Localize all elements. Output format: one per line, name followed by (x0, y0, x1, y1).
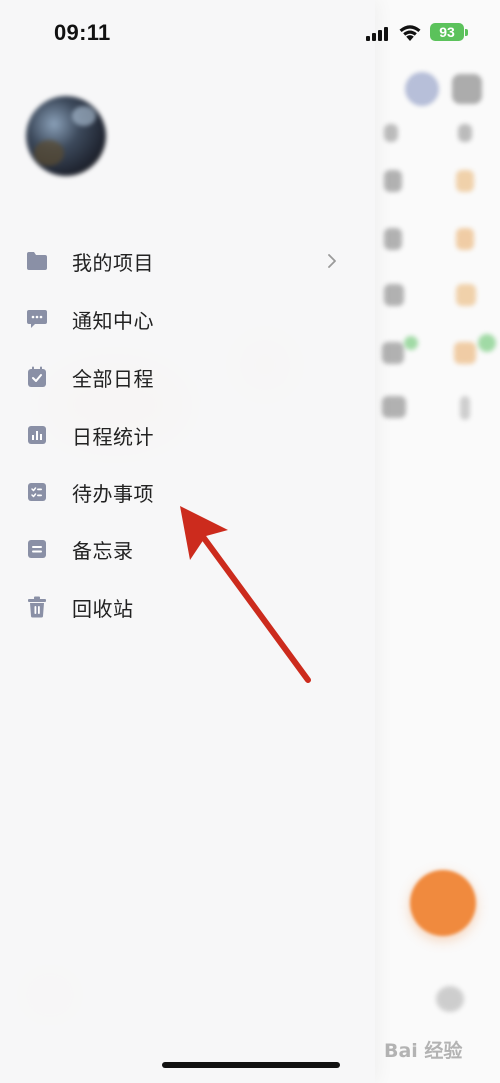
menu-item-label: 回收站 (72, 596, 134, 621)
cellular-signal-icon (366, 26, 388, 41)
bg-col-1-row-6 (382, 396, 406, 418)
menu-item-label: 日程统计 (72, 424, 154, 449)
bg-header-avatar (405, 72, 439, 106)
message-icon (26, 308, 48, 330)
calendar-check-icon (26, 366, 48, 388)
todo-list-icon (26, 481, 48, 503)
menu-item-todos[interactable]: 待办事项 (0, 466, 360, 518)
menu-item-my-projects[interactable]: 我的项目 (0, 235, 360, 287)
menu-item-label: 待办事项 (72, 481, 154, 506)
menu-item-schedule-stats[interactable]: 日程统计 (0, 409, 360, 461)
baidu-jingyan-watermark: Bai 经验 (384, 1030, 496, 1070)
bg-col-1-row-2 (384, 170, 402, 192)
status-time: 09:11 (54, 20, 111, 45)
bg-col-2-row-3 (456, 228, 474, 250)
folder-icon (26, 250, 48, 272)
menu-item-label: 全部日程 (72, 366, 154, 391)
menu-item-all-schedules[interactable]: 全部日程 (0, 351, 360, 403)
battery-tip (465, 29, 468, 36)
bg-col-2-row-2 (456, 170, 474, 192)
bg-col-2-row-6 (460, 396, 470, 420)
bg-col-2-row-5-badge (478, 334, 496, 352)
menu-item-memo[interactable]: 备忘录 (0, 523, 360, 575)
menu-item-notifications[interactable]: 通知中心 (0, 293, 360, 345)
watermark-text: Bai 经验 (384, 1040, 463, 1062)
memo-icon (26, 538, 48, 560)
trash-icon (26, 596, 48, 618)
bg-col-1-row-3 (384, 228, 402, 250)
bg-header-icon (452, 74, 482, 104)
menu-item-trash[interactable]: 回收站 (0, 581, 360, 633)
bg-col-2-row-5 (454, 342, 476, 364)
home-indicator[interactable] (162, 1062, 340, 1068)
menu-item-label: 我的项目 (72, 250, 154, 275)
bg-col-1-row-5-badge (404, 336, 418, 350)
bg-col-2-row-4 (456, 284, 476, 306)
bg-col-1-row-1 (384, 124, 398, 142)
bg-col-1-row-5 (382, 342, 404, 364)
side-drawer: 我的项目 通知中心 全部日程 日程统计 待办事项 备忘录 回收站 (0, 0, 375, 1083)
avatar[interactable] (26, 96, 106, 176)
bg-col-1-row-4 (384, 284, 404, 306)
battery-indicator: 93 (430, 23, 464, 41)
chevron-right-icon (326, 253, 338, 269)
status-bar: 09:11 93 (0, 0, 500, 66)
wifi-icon (398, 22, 422, 42)
menu-item-label: 备忘录 (72, 538, 134, 563)
bg-bottom-nav-icon (436, 986, 464, 1012)
menu-item-label: 通知中心 (72, 308, 154, 333)
floating-add-button (410, 870, 476, 936)
bg-col-2-row-1 (458, 124, 472, 142)
bar-chart-icon (26, 424, 48, 446)
